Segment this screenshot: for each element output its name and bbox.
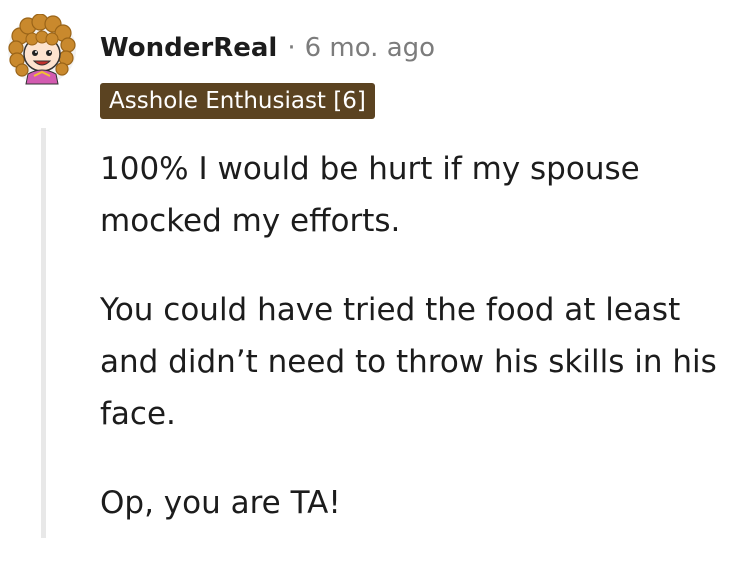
- comment-header: WonderReal · 6 mo. ago: [100, 33, 435, 63]
- timestamp[interactable]: 6 mo. ago: [305, 33, 435, 63]
- user-flair: Asshole Enthusiast [6]: [100, 83, 375, 119]
- separator-dot: ·: [287, 33, 296, 63]
- username[interactable]: WonderReal: [100, 33, 277, 63]
- avatar[interactable]: [6, 13, 78, 86]
- comment-paragraph: You could have tried the food at least a…: [100, 292, 717, 432]
- comment-paragraph: 100% I would be hurt if my spouse mocked…: [100, 151, 640, 239]
- comment-paragraph: Op, you are TA!: [100, 485, 341, 521]
- thread-line[interactable]: [41, 128, 46, 538]
- comment-body: 100% I would be hurt if my spouse mocked…: [100, 143, 740, 566]
- curly-haired-cartoon-avatar-icon: [8, 13, 76, 85]
